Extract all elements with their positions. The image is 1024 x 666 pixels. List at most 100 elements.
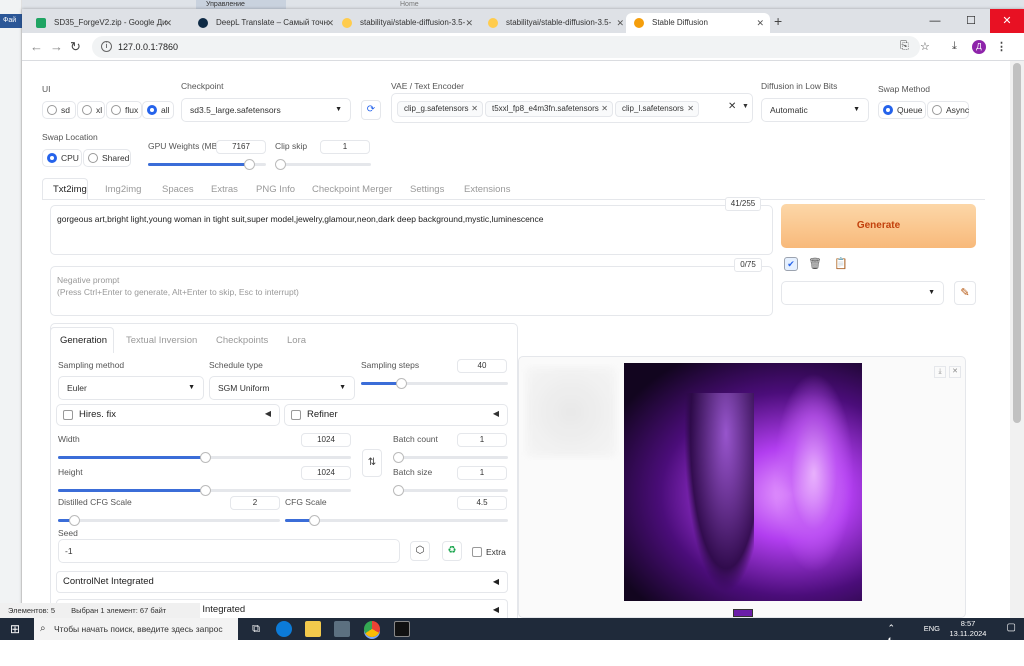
random-seed-button[interactable]: ⬡ xyxy=(410,541,430,561)
new-tab-icon[interactable]: + xyxy=(774,13,782,29)
download-icon[interactable]: ⤓ xyxy=(952,40,957,53)
prompt-textarea[interactable]: gorgeous art,bright light,young woman in… xyxy=(50,205,773,255)
width-input[interactable]: 1024 xyxy=(301,433,351,447)
remove-chip-icon[interactable]: ✕ xyxy=(687,102,694,116)
extra-seed-checkbox[interactable] xyxy=(472,547,482,557)
notification-icon[interactable]: ▢ xyxy=(1007,622,1016,633)
maximize-icon[interactable]: ☐ xyxy=(954,9,988,33)
chevron-down-icon[interactable]: ▼ xyxy=(742,103,749,110)
hires-fix-accordion[interactable]: Hires. fix ◀ xyxy=(56,404,280,426)
close-tab-icon[interactable]: ✕ xyxy=(616,13,624,33)
remove-chip-icon[interactable]: ✕ xyxy=(601,102,608,116)
tab-extensions[interactable]: Extensions xyxy=(464,184,510,195)
thumbnail[interactable] xyxy=(733,609,753,617)
swap-location-shared[interactable]: Shared xyxy=(83,149,131,167)
batch-count-input[interactable]: 1 xyxy=(457,433,507,447)
ui-option-xl[interactable]: xl xyxy=(77,101,105,119)
tab-textual-inversion[interactable]: Textual Inversion xyxy=(126,335,197,346)
refiner-accordion[interactable]: Refiner ◀ xyxy=(284,404,508,426)
task-view-icon[interactable]: ⧉ xyxy=(248,621,264,637)
swap-location-cpu[interactable]: CPU xyxy=(42,149,82,167)
controlnet-accordion[interactable]: ControlNet Integrated ◀ xyxy=(56,571,508,593)
hires-fix-checkbox[interactable] xyxy=(63,410,73,420)
tab-checkpoint-merger[interactable]: Checkpoint Merger xyxy=(312,184,392,195)
close-tab-icon[interactable]: ✕ xyxy=(465,13,473,33)
remove-chip-icon[interactable]: ✕ xyxy=(471,102,478,116)
checkpoint-select[interactable]: sd3.5_large.safetensors ▼ xyxy=(181,98,351,122)
ui-option-sd[interactable]: sd xyxy=(42,101,76,119)
vae-multiselect[interactable]: clip_g.safetensors ✕ t5xxl_fp8_e4m3fn.saf… xyxy=(391,93,753,123)
forward-icon[interactable]: → xyxy=(50,39,63,54)
seed-input[interactable]: -1 xyxy=(58,539,400,563)
back-icon[interactable]: ← xyxy=(30,39,43,54)
swap-dimensions-button[interactable]: ⇅ xyxy=(362,449,382,477)
slider-handle[interactable] xyxy=(393,485,404,496)
slider-handle[interactable] xyxy=(275,159,286,170)
generate-button[interactable]: Generate xyxy=(781,204,976,248)
profile-avatar[interactable]: Д xyxy=(972,40,986,54)
close-tab-icon[interactable]: ✕ xyxy=(756,13,764,33)
slider-handle[interactable] xyxy=(395,378,407,389)
swap-method-queue[interactable]: Queue xyxy=(878,101,926,119)
clipboard-icon[interactable]: 📋 xyxy=(834,257,848,270)
tab-checkpoints[interactable]: Checkpoints xyxy=(216,335,268,346)
translate-icon[interactable]: ⎘ xyxy=(900,40,909,53)
browser-tab-2[interactable]: DeepL Translate – Самый точн ✕ xyxy=(190,13,340,33)
slider-handle[interactable] xyxy=(393,452,404,463)
close-image-icon[interactable]: ✕ xyxy=(949,366,961,378)
language-indicator[interactable]: ENG xyxy=(924,624,940,633)
browser-tab-4[interactable]: stabilityai/stable-diffusion-3.5- ✕ xyxy=(480,13,630,33)
cfg-scale-input[interactable]: 4.5 xyxy=(457,496,507,510)
download-image-icon[interactable]: ⤓ xyxy=(934,366,946,378)
slider-handle[interactable] xyxy=(244,159,256,170)
clock[interactable]: 8:57 13.11.2024 xyxy=(944,619,992,639)
tab-extras[interactable]: Extras xyxy=(211,184,238,195)
edge-icon[interactable] xyxy=(276,621,292,637)
tab-img2img[interactable]: Img2img xyxy=(105,184,141,195)
close-tab-icon[interactable]: ✕ xyxy=(164,13,172,33)
tab-generation[interactable]: Generation xyxy=(60,335,107,346)
terminal-icon[interactable] xyxy=(394,621,410,637)
slider-handle[interactable] xyxy=(68,515,80,526)
tray-icons[interactable]: ⌃ ◐ ▭ ◉ xyxy=(888,623,897,666)
store-icon[interactable] xyxy=(334,621,350,637)
diffusion-low-bits-select[interactable]: Automatic ▼ xyxy=(761,98,869,122)
batch-count-slider[interactable] xyxy=(393,452,508,463)
tab-spaces[interactable]: Spaces xyxy=(162,184,194,195)
close-window-icon[interactable]: ✕ xyxy=(990,9,1024,33)
styles-select[interactable]: ▼ xyxy=(781,281,944,305)
cfg-scale-slider[interactable] xyxy=(285,515,508,526)
scrollbar-thumb[interactable] xyxy=(1013,63,1021,423)
sampling-steps-slider[interactable] xyxy=(361,378,508,389)
trash-icon[interactable]: 🗑 xyxy=(808,257,822,270)
site-info-icon[interactable]: i xyxy=(101,41,112,52)
slider-handle[interactable] xyxy=(308,515,320,526)
browser-tab-5[interactable]: Stable Diffusion ✕ xyxy=(626,13,770,33)
taskbar-search[interactable]: ⌕ Чтобы начать поиск, введите здесь запр… xyxy=(34,618,238,640)
page-scrollbar[interactable] xyxy=(1010,61,1024,618)
browser-tab-1[interactable]: SD35_ForgeV2.zip - Google Ди ✕ xyxy=(28,13,178,33)
slider-handle[interactable] xyxy=(199,485,211,496)
ui-option-flux[interactable]: flux xyxy=(106,101,142,119)
tab-txt2img[interactable]: Txt2img xyxy=(53,184,87,195)
minimize-icon[interactable]: — xyxy=(918,9,952,33)
distilled-cfg-input[interactable]: 2 xyxy=(230,496,280,510)
height-slider[interactable] xyxy=(58,485,351,496)
tab-lora[interactable]: Lora xyxy=(287,335,306,346)
distilled-cfg-slider[interactable] xyxy=(58,515,280,526)
slider-handle[interactable] xyxy=(199,452,211,463)
negative-prompt-textarea[interactable]: Negative prompt (Press Ctrl+Enter to gen… xyxy=(50,266,773,316)
file-explorer-icon[interactable] xyxy=(305,621,321,637)
batch-size-slider[interactable] xyxy=(393,485,508,496)
windows-start-icon[interactable]: ⊞ xyxy=(10,622,24,636)
swap-method-async[interactable]: Async xyxy=(927,101,969,119)
gpu-weights-input[interactable]: 7167 xyxy=(216,140,266,154)
browser-tab-3[interactable]: stabilityai/stable-diffusion-3.5- ✕ xyxy=(334,13,479,33)
chrome-icon[interactable] xyxy=(364,621,380,637)
reuse-seed-button[interactable]: ♻ xyxy=(442,541,462,561)
refiner-checkbox[interactable] xyxy=(291,410,301,420)
clip-skip-slider[interactable] xyxy=(275,159,371,170)
schedule-type-select[interactable]: SGM Uniform ▼ xyxy=(209,376,355,400)
width-slider[interactable] xyxy=(58,452,351,463)
reload-icon[interactable]: ↻ xyxy=(70,39,81,55)
